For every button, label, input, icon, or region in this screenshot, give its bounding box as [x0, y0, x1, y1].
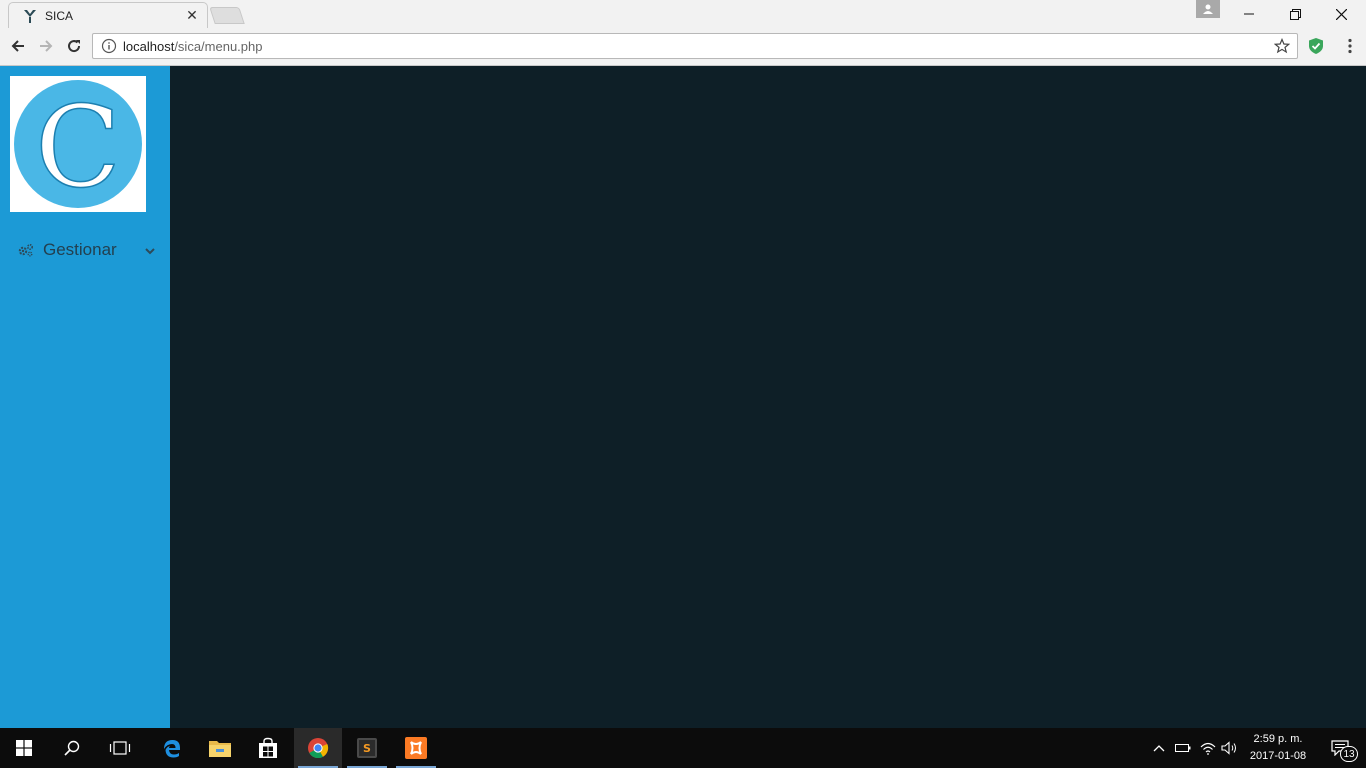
file-explorer-icon[interactable]	[196, 728, 244, 768]
xampp-icon[interactable]	[392, 728, 440, 768]
restore-icon[interactable]	[1272, 0, 1318, 28]
back-arrow-icon[interactable]	[6, 34, 30, 58]
taskbar: S 2:59 p. m. 2017-01-08 13	[0, 728, 1366, 768]
store-icon[interactable]	[244, 728, 292, 768]
tray-chevron-up-icon[interactable]	[1150, 728, 1168, 768]
tab-title: SICA	[45, 8, 74, 23]
main-content	[170, 66, 1366, 728]
clock-time: 2:59 p. m.	[1253, 733, 1303, 745]
sidebar: C Gestionar	[0, 66, 170, 728]
url-text[interactable]: localhost/sica/menu.php	[123, 39, 1271, 54]
wifi-icon[interactable]	[1198, 728, 1218, 768]
tab-close-icon[interactable]: ✕	[183, 7, 201, 25]
sublime-text-icon[interactable]: S	[343, 728, 391, 768]
info-icon[interactable]	[101, 38, 117, 54]
browser-toolbar: localhost/sica/menu.php	[0, 28, 1366, 66]
edge-icon[interactable]	[148, 728, 196, 768]
window-close-icon[interactable]	[1318, 0, 1364, 28]
bookmark-star-icon[interactable]	[1271, 35, 1293, 57]
logo-letter: C	[35, 83, 121, 210]
profile-icon[interactable]	[1196, 0, 1220, 18]
gears-icon	[18, 243, 34, 257]
shield-extension-icon[interactable]	[1306, 36, 1326, 56]
forward-arrow-icon[interactable]	[34, 34, 58, 58]
windows-start-icon[interactable]	[0, 728, 48, 768]
notification-badge: 13	[1340, 746, 1358, 762]
task-view-icon[interactable]	[96, 728, 144, 768]
battery-icon[interactable]	[1173, 728, 1193, 768]
address-bar[interactable]: localhost/sica/menu.php	[92, 33, 1298, 59]
chevron-down-icon	[144, 244, 156, 256]
browser-menu-icon[interactable]	[1340, 34, 1360, 58]
search-icon[interactable]	[48, 728, 96, 768]
menu-item-gestionar[interactable]: Gestionar	[18, 238, 156, 262]
minimize-icon[interactable]	[1226, 0, 1272, 28]
chrome-icon[interactable]	[294, 728, 342, 768]
taskbar-clock[interactable]: 2:59 p. m. 2017-01-08	[1240, 731, 1316, 765]
browser-titlebar: SICA ✕	[0, 0, 1366, 28]
new-tab-button[interactable]	[209, 7, 245, 24]
clock-date: 2017-01-08	[1249, 750, 1307, 762]
browser-tab[interactable]: SICA ✕	[8, 2, 208, 28]
favicon-icon	[21, 7, 39, 25]
logo: C	[10, 76, 146, 212]
svg-text:S: S	[363, 742, 371, 755]
reload-icon[interactable]	[62, 34, 86, 58]
action-center-icon[interactable]: 13	[1318, 728, 1362, 768]
menu-item-label: Gestionar	[43, 240, 117, 259]
volume-icon[interactable]	[1220, 728, 1240, 768]
